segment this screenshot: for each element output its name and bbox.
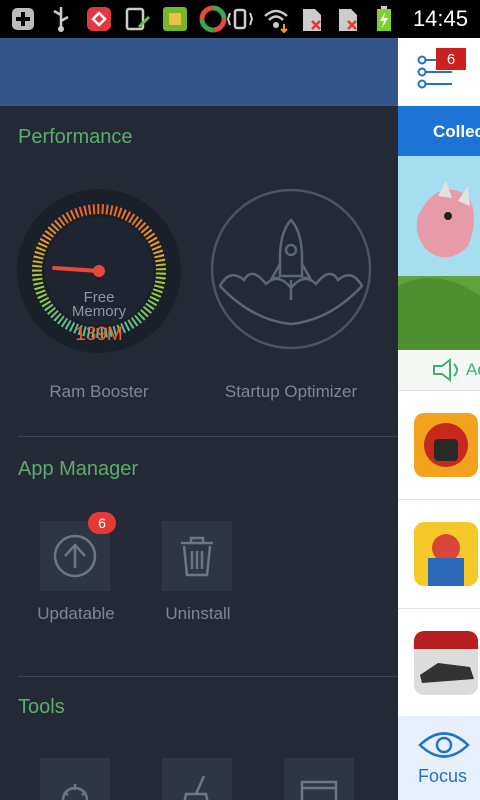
sim1-icon [297,4,327,34]
broom-icon [183,775,209,800]
collection-tab[interactable]: Collec [398,106,480,156]
usb-icon [46,4,76,34]
startup-optimizer-tile[interactable] [210,188,372,350]
featured-banner[interactable] [398,156,480,350]
ram-booster-tile[interactable]: Free Memory 139M [16,188,182,354]
rocket-icon [210,188,372,350]
performance-title: Performance [18,126,133,148]
menu-badge: 6 [436,48,466,70]
moto-game-icon [414,413,478,477]
gauge-label-memory: Memory [71,303,127,320]
startup-optimizer-label: Startup Optimizer [224,382,358,401]
tools-title: Tools [18,696,65,718]
focus-label: Focus [418,766,468,786]
banner-image [398,156,480,350]
free-memory-value: 139M [75,324,123,345]
tool-settings-button[interactable] [40,758,110,800]
app-list-item[interactable] [398,500,480,609]
tool-window-button[interactable] [284,758,354,800]
main-content-peek: 6 Collec Ad [398,38,480,800]
ad-label: Ad [466,360,480,379]
screenshot-icon [122,4,152,34]
sync-icon [198,4,228,34]
store-icon [160,4,190,34]
updatable-badge: 6 [88,512,116,534]
wifi-icon [261,4,291,34]
racing-game-icon [414,631,478,695]
add-icon [8,4,38,34]
collection-label: Collec [433,122,480,141]
updatable-label: Updatable [37,604,115,623]
battery-icon [369,4,399,34]
notification-icons [8,4,228,34]
focus-tab[interactable]: Focus [398,716,480,800]
drawer-header [0,38,398,106]
panel-toolbar: 6 [398,38,480,106]
app-list-item[interactable] [398,609,480,718]
clock: 14:45 [412,6,468,31]
section-divider [18,676,398,677]
gear-icon [61,784,89,800]
window-icon [300,780,338,800]
uninstall-button[interactable] [162,521,232,591]
sim2-icon [333,4,363,34]
upload-icon [53,534,97,578]
ad-row[interactable]: Ad [398,350,480,391]
tool-cleaner-button[interactable] [162,758,232,800]
system-icons: 14:45 [225,4,468,34]
app-icon-red [84,4,114,34]
status-bar: 14:45 [0,0,480,38]
vibrate-icon [225,4,255,34]
trash-icon [181,536,213,577]
section-divider [18,436,398,437]
eye-icon [418,732,470,758]
app-list-item[interactable] [398,391,480,500]
app-manager-title: App Manager [18,458,139,480]
uninstall-label: Uninstall [165,604,231,623]
speaker-icon [433,358,458,382]
ram-booster-label: Ram Booster [49,382,149,401]
subway-game-icon [414,522,478,586]
navigation-drawer: Performance Free Memory 139M Ram Booster… [0,38,398,800]
